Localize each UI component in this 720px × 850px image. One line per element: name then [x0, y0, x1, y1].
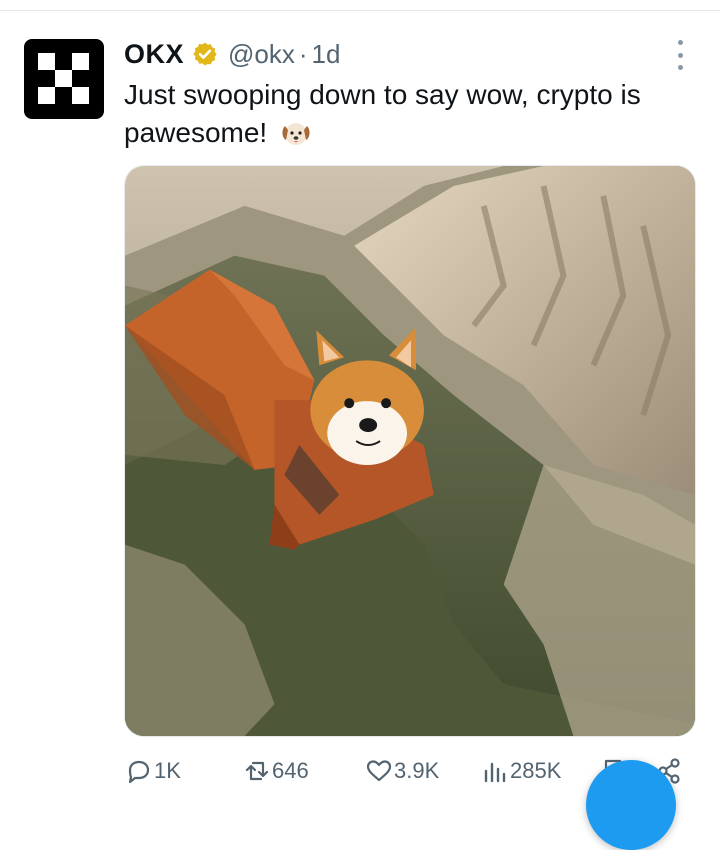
more-options-icon[interactable]	[672, 40, 688, 70]
author-handle[interactable]: @okx	[228, 39, 295, 70]
verified-badge-icon[interactable]	[192, 41, 218, 67]
tweet-header: OKX @okx · 1d	[124, 34, 340, 74]
views-chart-icon	[480, 756, 510, 786]
tweet-time[interactable]: 1d	[312, 39, 341, 70]
reply-count: 1K	[154, 758, 181, 783]
repost-count: 646	[272, 758, 309, 783]
reply-icon	[124, 756, 154, 786]
views-count: 285K	[510, 758, 562, 783]
author-name[interactable]: OKX	[124, 39, 184, 70]
heart-icon	[364, 756, 394, 786]
compose-button[interactable]	[586, 760, 676, 850]
repost-button[interactable]: 646	[242, 756, 309, 786]
top-divider	[0, 10, 720, 11]
tweet-text: Just swooping down to say wow, crypto is…	[124, 76, 699, 152]
repost-icon	[242, 756, 272, 786]
like-button[interactable]: 3.9K	[364, 756, 439, 786]
okx-logo-icon[interactable]	[24, 39, 104, 119]
separator-dot: ·	[298, 38, 308, 69]
reply-button[interactable]: 1K	[124, 756, 181, 786]
tweet-media-image[interactable]	[124, 165, 696, 737]
like-count: 3.9K	[394, 758, 440, 783]
tweet-body: Just swooping down to say wow, crypto is…	[124, 79, 641, 148]
dog-face-emoji-icon	[279, 118, 313, 148]
views-button[interactable]: 285K	[480, 756, 561, 786]
